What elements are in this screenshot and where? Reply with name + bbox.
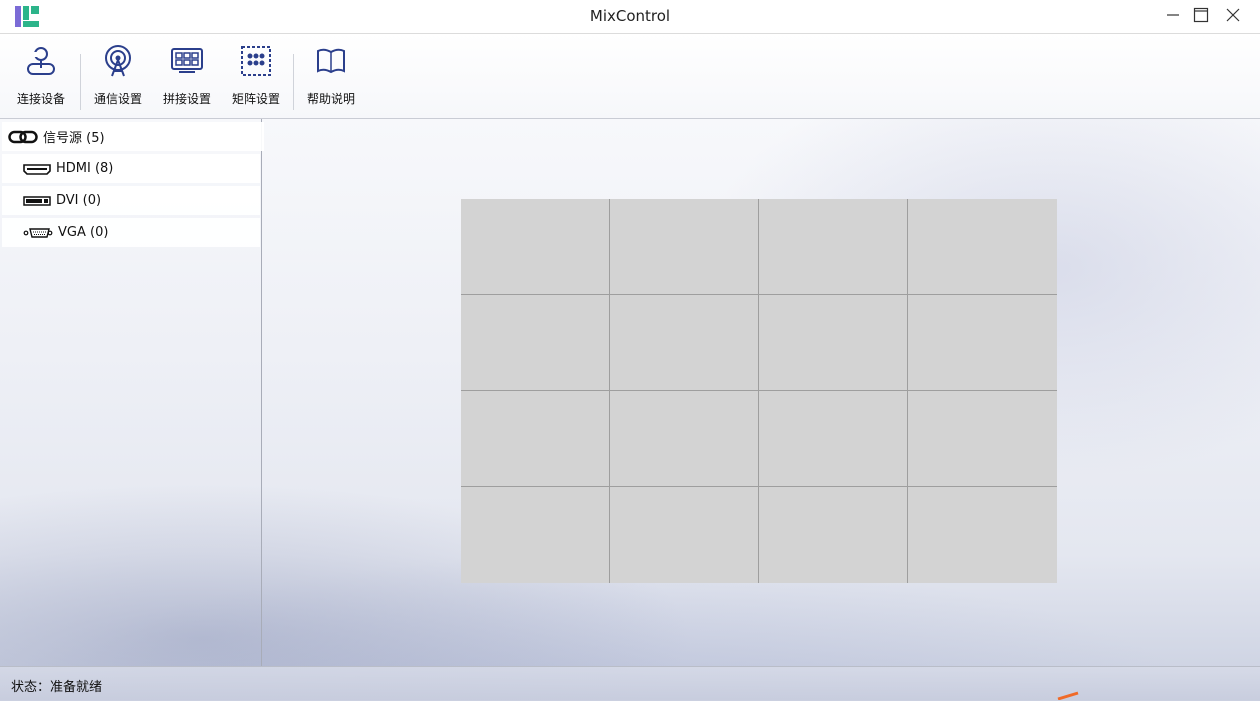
tree-item-label: 信号源 (5)	[43, 131, 105, 146]
grid-cell[interactable]	[610, 295, 759, 391]
matrix-settings-label: 矩阵设置	[231, 92, 280, 106]
help-button[interactable]: 帮助说明	[300, 42, 362, 108]
toolbar-separator	[80, 54, 81, 110]
grid-cell[interactable]	[461, 295, 610, 391]
vga-port-icon	[23, 227, 53, 238]
grid-cell[interactable]	[759, 391, 908, 487]
broadcast-antenna-icon	[105, 45, 131, 77]
communication-settings-label: 通信设置	[93, 92, 142, 106]
dvi-port-icon	[23, 195, 51, 206]
hdmi-port-icon	[23, 163, 51, 175]
window-title: MixControl	[589, 7, 671, 25]
signal-source-panel: 信号源 (5) HDMI (8) DVI (0) VGA (0)	[0, 119, 264, 666]
maximize-icon	[1193, 7, 1209, 27]
connect-device-button[interactable]: 连接设备	[10, 42, 72, 108]
splice-grid-icon	[171, 48, 203, 73]
grid-cell[interactable]	[908, 391, 1057, 487]
grid-cell[interactable]	[461, 391, 610, 487]
toolbar: 连接设备 通信设置 拼接设置 矩阵设置 帮助说明	[0, 34, 1260, 119]
matrix-dots-icon	[241, 46, 271, 76]
splice-settings-button[interactable]: 拼接设置	[156, 42, 218, 108]
grid-cell[interactable]	[461, 199, 610, 295]
close-button[interactable]	[1217, 0, 1249, 33]
book-icon	[317, 48, 345, 74]
grid-cell[interactable]	[461, 487, 610, 583]
matrix-settings-button[interactable]: 矩阵设置	[225, 42, 287, 108]
tree-item-label: DVI (0)	[56, 193, 102, 208]
maximize-button[interactable]	[1185, 0, 1217, 33]
grid-cell[interactable]	[759, 487, 908, 583]
status-text: 状态：准备就绪	[11, 680, 103, 695]
minimize-icon	[1166, 7, 1180, 26]
grid-cell[interactable]	[908, 199, 1057, 295]
grid-cell[interactable]	[759, 199, 908, 295]
connect-device-icon	[27, 47, 55, 75]
grid-cell[interactable]	[908, 487, 1057, 583]
tree-item-dvi[interactable]: DVI (0)	[2, 186, 260, 215]
close-icon	[1226, 7, 1240, 26]
help-label: 帮助说明	[306, 92, 355, 106]
grid-cell[interactable]	[610, 391, 759, 487]
connect-device-label: 连接设备	[16, 92, 65, 106]
tree-item-label: VGA (0)	[58, 225, 109, 240]
grid-cell[interactable]	[610, 199, 759, 295]
tree-item-hdmi[interactable]: HDMI (8)	[2, 154, 260, 183]
grid-cell[interactable]	[610, 487, 759, 583]
communication-settings-button[interactable]: 通信设置	[87, 42, 149, 108]
tree-item-signal-source[interactable]: 信号源 (5)	[2, 122, 264, 151]
tree-item-vga[interactable]: VGA (0)	[2, 218, 260, 247]
grid-cell[interactable]	[759, 295, 908, 391]
title-bar: MixControl	[0, 0, 1260, 34]
splice-settings-label: 拼接设置	[162, 92, 211, 106]
tree-item-label: HDMI (8)	[56, 161, 114, 176]
grid-cell[interactable]	[908, 295, 1057, 391]
video-wall-grid[interactable]	[461, 199, 1057, 583]
link-icon	[8, 130, 38, 143]
tray-indicator-icon	[1057, 691, 1079, 700]
toolbar-separator	[293, 54, 294, 110]
